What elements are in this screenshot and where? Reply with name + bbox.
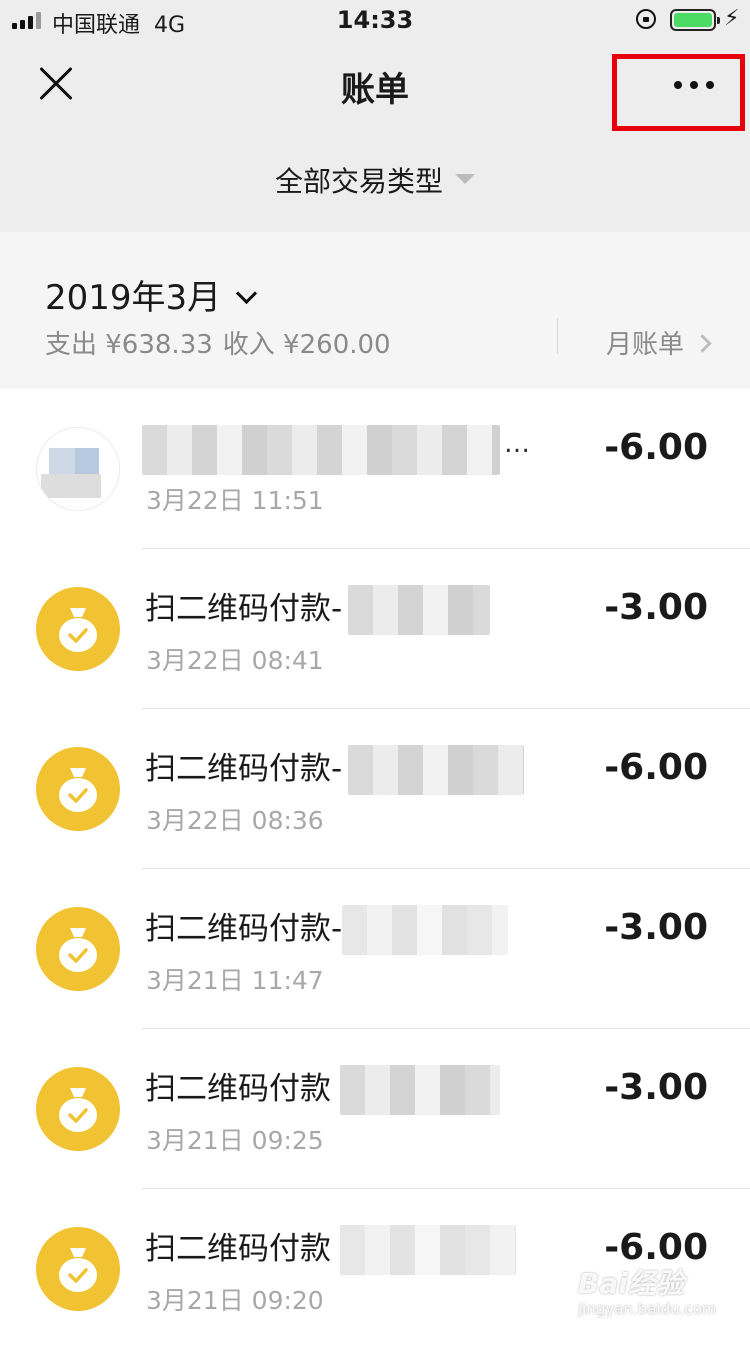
ellipsis: … [504,429,530,459]
more-dots-icon [674,81,714,89]
chevron-right-icon [693,334,712,353]
transaction-time: 3月21日 09:25 [146,1126,324,1155]
transaction-time: 3月21日 09:20 [146,1286,324,1315]
transaction-list: … 3月22日 11:51 -6.00 扫二维码付款- 3月22日 08:41 … [0,389,750,1349]
transaction-time: 3月22日 08:41 [146,646,324,675]
redacted-merchant-name [348,585,490,635]
header-area: 中国联通 4G 14:33 ⚡ 账单 全部交易类型 [0,0,750,232]
transaction-row[interactable]: 扫二维码付款- 3月22日 08:36 -6.00 [0,709,750,869]
transaction-time: 3月21日 11:47 [146,966,324,995]
more-button[interactable] [612,54,745,131]
income-total: 收入 ¥260.00 [222,330,391,360]
status-bar: 中国联通 4G 14:33 ⚡ [0,0,750,40]
transaction-row[interactable]: … 3月22日 11:51 -6.00 [0,389,750,549]
watermark-brand: Bai经验 [578,1267,684,1300]
transaction-row[interactable]: 扫二维码付款- 3月21日 11:47 -3.00 [0,869,750,1029]
transaction-name: 扫二维码付款- [145,751,343,787]
charging-icon: ⚡ [724,6,740,31]
chevron-down-icon [236,282,258,305]
watermark-url: jingyan.baidu.com [578,1300,717,1318]
month-selector[interactable]: 2019年3月 [45,270,258,319]
money-bag-icon [36,1227,120,1311]
monthly-bill-label: 月账单 [606,330,685,360]
merchant-avatar [36,427,120,511]
battery-icon [670,9,720,31]
transaction-time: 3月22日 08:36 [146,806,324,835]
month-summary: 2019年3月 支出 ¥638.33 收入 ¥260.00 月账单 [0,232,750,389]
expense-total: 支出 ¥638.33 [45,330,213,360]
transaction-name: 扫二维码付款- [145,591,343,627]
divider [557,318,558,354]
money-bag-icon [36,1067,120,1151]
month-totals: 支出 ¥638.33 收入 ¥260.00 [45,324,401,361]
redacted-merchant-name [340,1065,500,1115]
redacted-merchant-name [142,425,500,475]
transaction-amount: -6.00 [604,427,708,468]
filter-label: 全部交易类型 [274,165,443,198]
transaction-amount: -6.00 [604,747,708,788]
transaction-amount: -3.00 [604,907,708,948]
transaction-name: 扫二维码付款- [145,911,343,947]
transaction-row[interactable]: 扫二维码付款 3月21日 09:25 -3.00 [0,1029,750,1189]
transaction-time: 3月22日 11:51 [146,486,324,515]
transaction-row[interactable]: 扫二维码付款- 3月22日 08:41 -3.00 [0,549,750,709]
money-bag-icon [36,747,120,831]
month-label: 2019年3月 [45,278,222,318]
transaction-amount: -3.00 [604,1067,708,1108]
caret-down-icon [455,174,475,184]
orientation-lock-icon [636,9,656,29]
redacted-merchant-name [348,745,524,795]
money-bag-icon [36,907,120,991]
monthly-bill-link[interactable]: 月账单 [606,324,712,361]
redacted-merchant-name [340,1225,516,1275]
baidu-watermark: Bai经验 jingyan.baidu.com [578,1262,716,1318]
transaction-name: 扫二维码付款 [145,1071,331,1107]
transaction-type-filter[interactable]: 全部交易类型 [0,160,750,200]
redacted-merchant-name [342,905,508,955]
money-bag-icon [36,587,120,671]
transaction-name: 扫二维码付款 [145,1231,331,1267]
transaction-amount: -3.00 [604,587,708,628]
